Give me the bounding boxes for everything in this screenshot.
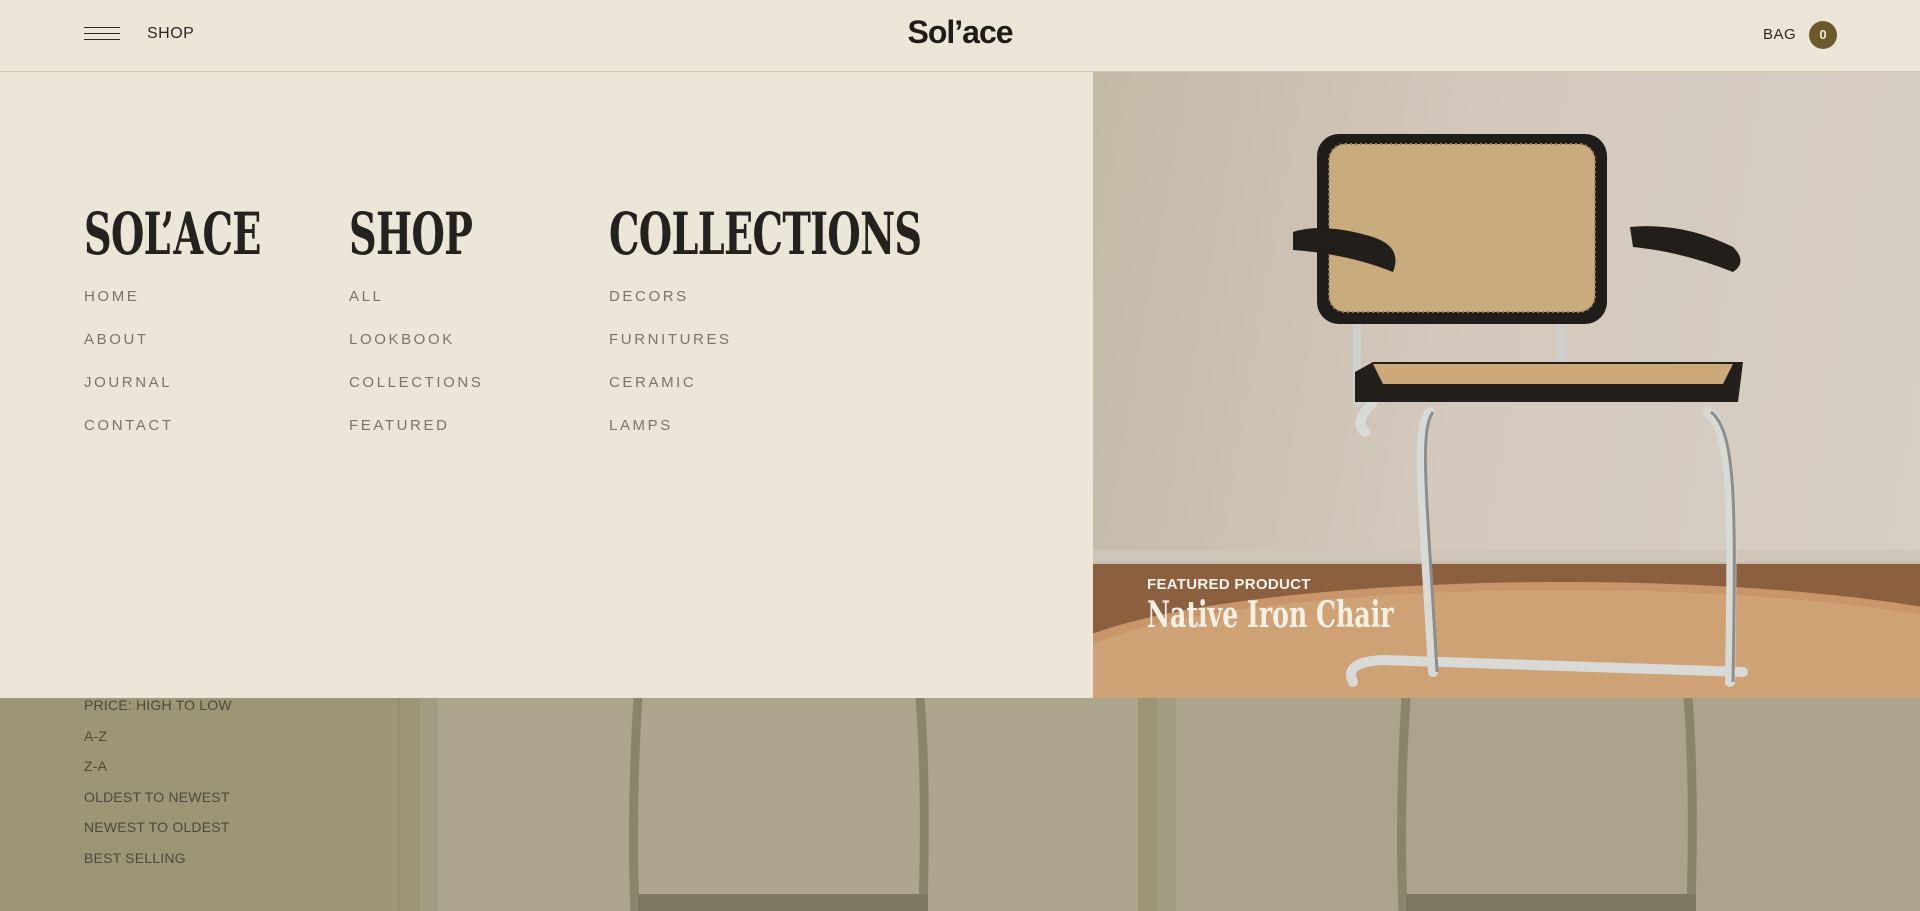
sort-option[interactable]: PRICE: HIGH TO LOW bbox=[84, 697, 232, 728]
sort-option[interactable]: OLDEST TO NEWEST bbox=[84, 789, 232, 820]
menu-item-lookbook[interactable]: LOOKBOOK bbox=[349, 331, 536, 374]
sort-option[interactable]: NEWEST TO OLDEST bbox=[84, 819, 232, 850]
menu-item-lamps[interactable]: LAMPS bbox=[609, 417, 1082, 460]
featured-product-card[interactable]: FEATURED PRODUCT Native Iron Chair bbox=[1093, 72, 1920, 698]
menu-item-decors[interactable]: DECORS bbox=[609, 288, 1082, 331]
product-image bbox=[629, 698, 929, 911]
menu-icon[interactable] bbox=[84, 27, 120, 43]
featured-product-label: FEATURED PRODUCT bbox=[1147, 576, 1311, 593]
menu-item-journal[interactable]: JOURNAL bbox=[84, 374, 352, 417]
bag-link[interactable]: BAG bbox=[1763, 26, 1796, 43]
menu-column-collections: COLLECTIONS DECORS FURNITURES CERAMIC LA… bbox=[609, 202, 1082, 460]
menu-column-title: COLLECTIONS bbox=[609, 200, 922, 268]
menu-item-furnitures[interactable]: FURNITURES bbox=[609, 331, 1082, 374]
product-card[interactable] bbox=[1158, 698, 1920, 911]
site-logo[interactable]: Sol’ace bbox=[0, 14, 1920, 51]
sort-option[interactable]: Z-A bbox=[84, 758, 232, 789]
sort-option[interactable]: A-Z bbox=[84, 728, 232, 759]
sort-option[interactable]: BEST SELLING bbox=[84, 850, 232, 881]
bag-count-badge[interactable]: 0 bbox=[1809, 21, 1837, 49]
sidebar-divider bbox=[398, 698, 399, 911]
menu-item-contact[interactable]: CONTACT bbox=[84, 417, 352, 460]
product-card[interactable] bbox=[420, 698, 1138, 911]
menu-item-home[interactable]: HOME bbox=[84, 288, 352, 331]
product-image bbox=[1397, 698, 1697, 911]
menu-column-title: SHOP bbox=[349, 200, 473, 268]
menu-column-title: SOL’ACE bbox=[84, 200, 261, 268]
menu-column-solace: SOL’ACE HOME ABOUT JOURNAL CONTACT bbox=[84, 202, 352, 460]
menu-item-about[interactable]: ABOUT bbox=[84, 331, 352, 374]
menu-column-shop: SHOP ALL LOOKBOOK COLLECTIONS FEATURED bbox=[349, 202, 536, 460]
menu-item-collections[interactable]: COLLECTIONS bbox=[349, 374, 536, 417]
featured-product-name[interactable]: Native Iron Chair bbox=[1147, 594, 1394, 636]
site-header: SHOP Sol’ace BAG 0 bbox=[0, 0, 1920, 72]
menu-item-all[interactable]: ALL bbox=[349, 288, 536, 331]
menu-item-featured[interactable]: FEATURED bbox=[349, 417, 536, 460]
menu-item-ceramic[interactable]: CERAMIC bbox=[609, 374, 1082, 417]
menu-overlay: SOL’ACE HOME ABOUT JOURNAL CONTACT SHOP … bbox=[0, 72, 1093, 698]
nav-shop-link[interactable]: SHOP bbox=[147, 25, 194, 43]
sort-options-list: PRICE: HIGH TO LOW A-Z Z-A OLDEST TO NEW… bbox=[84, 697, 232, 881]
